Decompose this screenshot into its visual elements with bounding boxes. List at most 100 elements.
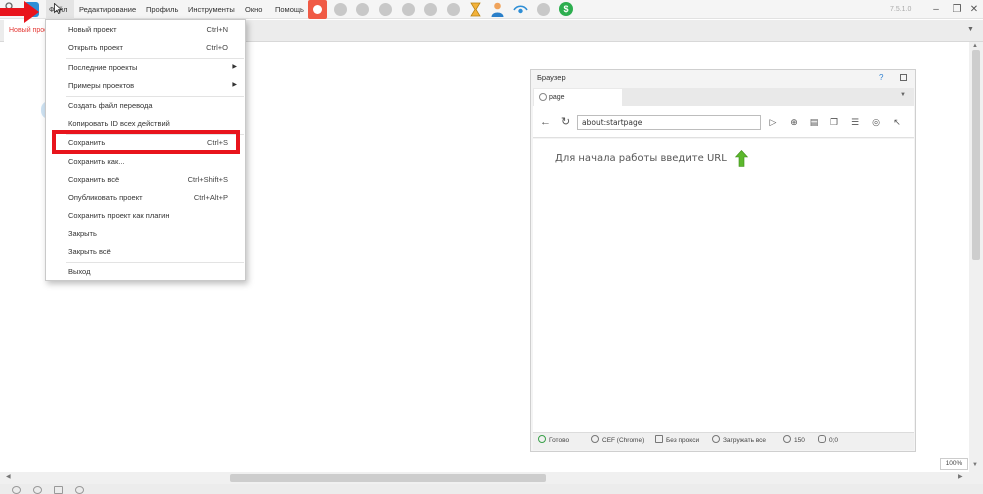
bottom-search-icon[interactable] xyxy=(75,486,84,494)
start-hint-text: Для начала работы введите URL xyxy=(555,153,727,164)
record-button[interactable] xyxy=(308,0,327,19)
menu-item-shortcut: Ctrl+N xyxy=(206,25,228,34)
menu-item-recent-projects[interactable]: Последние проекты ▶ xyxy=(46,59,245,76)
menu-item-exit[interactable]: Выход xyxy=(46,263,245,280)
cookies-icon[interactable]: ◎ xyxy=(871,117,881,127)
user-icon[interactable] xyxy=(491,2,504,17)
menu-item-create-translation[interactable]: Создать файл перевода xyxy=(46,97,245,114)
submenu-arrow-icon: ▶ xyxy=(232,82,237,88)
save-highlight-box xyxy=(52,130,240,154)
zoom-level: 100% xyxy=(940,458,968,470)
menu-item-label: Выход xyxy=(68,267,91,276)
menu-item-close[interactable]: Закрыть xyxy=(46,225,245,242)
menu-item-label: Закрыть xyxy=(68,229,97,238)
menu-item-example-projects[interactable]: Примеры проектов ▶ xyxy=(46,77,245,94)
status-load-label: Загружать все xyxy=(723,437,767,444)
menu-item-label: Создать файл перевода xyxy=(68,101,153,110)
pointer-icon[interactable]: ↖ xyxy=(892,117,902,127)
back-arrow-icon[interactable]: ← xyxy=(540,115,551,129)
red-pointer-arrow-icon xyxy=(0,1,39,23)
list-icon[interactable]: ☰ xyxy=(850,117,860,127)
status-timer-label: 150 xyxy=(794,437,805,444)
close-button[interactable]: ✕ xyxy=(963,0,983,19)
menu-item-label: Открыть проект xyxy=(68,43,123,52)
bottom-target-icon[interactable] xyxy=(33,486,42,494)
bottom-toolbar xyxy=(0,484,983,494)
browser-tab-page[interactable]: page xyxy=(534,89,622,106)
status-ready: Готово xyxy=(538,432,569,450)
dollar-icon[interactable]: $ xyxy=(559,2,573,16)
mouse-icon xyxy=(818,435,826,443)
page-globe-icon xyxy=(539,93,547,101)
status-coords-label: 0;0 xyxy=(829,437,839,444)
minimize-button[interactable]: – xyxy=(925,0,947,19)
menu-item-label: Сохранить как... xyxy=(68,157,125,166)
menu-item-label: Последние проекты xyxy=(68,63,138,72)
menu-tools[interactable]: Инструменты xyxy=(188,0,235,19)
up-arrow-icon xyxy=(735,150,748,167)
scroll-up-icon[interactable]: ▲ xyxy=(972,43,978,49)
status-load[interactable]: Загружать все xyxy=(712,432,766,450)
submenu-arrow-icon: ▶ xyxy=(232,64,237,70)
menu-item-save-as[interactable]: Сохранить как... xyxy=(46,153,245,170)
menu-edit[interactable]: Редактирование xyxy=(79,0,136,19)
menu-profile[interactable]: Профиль xyxy=(146,0,178,19)
browser-viewport[interactable] xyxy=(533,139,914,432)
menu-item-close-all[interactable]: Закрыть всё xyxy=(46,243,245,260)
menu-window[interactable]: Окно xyxy=(245,0,262,19)
menu-item-shortcut: Ctrl+Alt+P xyxy=(193,193,228,202)
url-input[interactable]: about:startpage xyxy=(577,115,761,130)
version-label: 7.5.1.0 xyxy=(890,6,912,13)
toolbar-settings-icon[interactable] xyxy=(537,3,550,16)
scroll-right-icon[interactable]: ▶ xyxy=(958,473,963,480)
page-source-icon[interactable]: ▤ xyxy=(809,117,819,127)
menu-item-save-all[interactable]: Сохранить всё Ctrl+Shift+S xyxy=(46,171,245,188)
reload-icon[interactable]: ↻ xyxy=(561,115,570,129)
menu-item-label: Сохранить всё xyxy=(68,175,120,184)
toolbar-stop-icon[interactable] xyxy=(402,3,415,16)
menu-item-label: Новый проект xyxy=(68,25,117,34)
tab-list-chevron-icon[interactable]: ▼ xyxy=(967,26,974,33)
menu-item-label: Закрыть всё xyxy=(68,247,111,256)
bottom-zoom-icon[interactable] xyxy=(12,486,21,494)
browser-panel-title: Браузер xyxy=(537,73,566,82)
toolbar-pause-icon[interactable] xyxy=(379,3,392,16)
menu-item-label: Примеры проектов xyxy=(68,81,135,90)
menu-item-shortcut: Ctrl+O xyxy=(206,43,228,52)
copy-icon[interactable]: ❐ xyxy=(829,117,839,127)
menu-item-publish-project[interactable]: Опубликовать проект Ctrl+Alt+P xyxy=(46,189,245,206)
toolbar-skip-icon[interactable] xyxy=(447,3,460,16)
menu-item-open-project[interactable]: Открыть проект Ctrl+O xyxy=(46,39,245,56)
status-proxy[interactable]: Без прокси xyxy=(655,432,699,450)
proxy-icon xyxy=(655,435,663,443)
add-icon[interactable]: ⊕ xyxy=(789,117,799,127)
hourglass-icon[interactable] xyxy=(470,2,481,17)
maximize-panel-icon[interactable] xyxy=(900,74,907,81)
mouse-cursor-icon xyxy=(54,3,62,14)
eye-icon[interactable] xyxy=(513,3,528,16)
horizontal-scroll-thumb[interactable] xyxy=(230,474,546,482)
browser-tabs-chevron-icon[interactable]: ▼ xyxy=(900,92,906,98)
engine-icon xyxy=(591,435,599,443)
clock-icon xyxy=(783,435,791,443)
scroll-down-icon[interactable]: ▼ xyxy=(972,462,978,468)
status-proxy-label: Без прокси xyxy=(666,437,700,444)
menu-item-label: Сохранить проект как плагин xyxy=(68,211,170,220)
vertical-scroll-thumb[interactable] xyxy=(972,50,980,260)
menu-item-new-project[interactable]: Новый проект Ctrl+N xyxy=(46,21,245,38)
menu-item-save-as-plugin[interactable]: Сохранить проект как плагин xyxy=(46,207,245,224)
load-icon xyxy=(712,435,720,443)
status-timer[interactable]: 150 xyxy=(783,432,805,450)
status-coords: 0;0 xyxy=(818,432,838,450)
scroll-left-icon[interactable]: ◀ xyxy=(6,473,11,480)
toolbar-step-icon[interactable] xyxy=(356,3,369,16)
help-icon[interactable]: ? xyxy=(879,71,883,85)
status-ready-label: Готово xyxy=(549,437,570,444)
menu-help[interactable]: Помощь xyxy=(275,0,304,19)
toolbar-play-icon[interactable] xyxy=(334,3,347,16)
check-icon xyxy=(538,435,546,443)
go-play-icon[interactable]: ▷ xyxy=(768,117,778,127)
bottom-grid-icon[interactable] xyxy=(54,486,63,494)
status-engine[interactable]: CEF (Chrome) xyxy=(591,432,644,450)
toolbar-debug-icon[interactable] xyxy=(424,3,437,16)
